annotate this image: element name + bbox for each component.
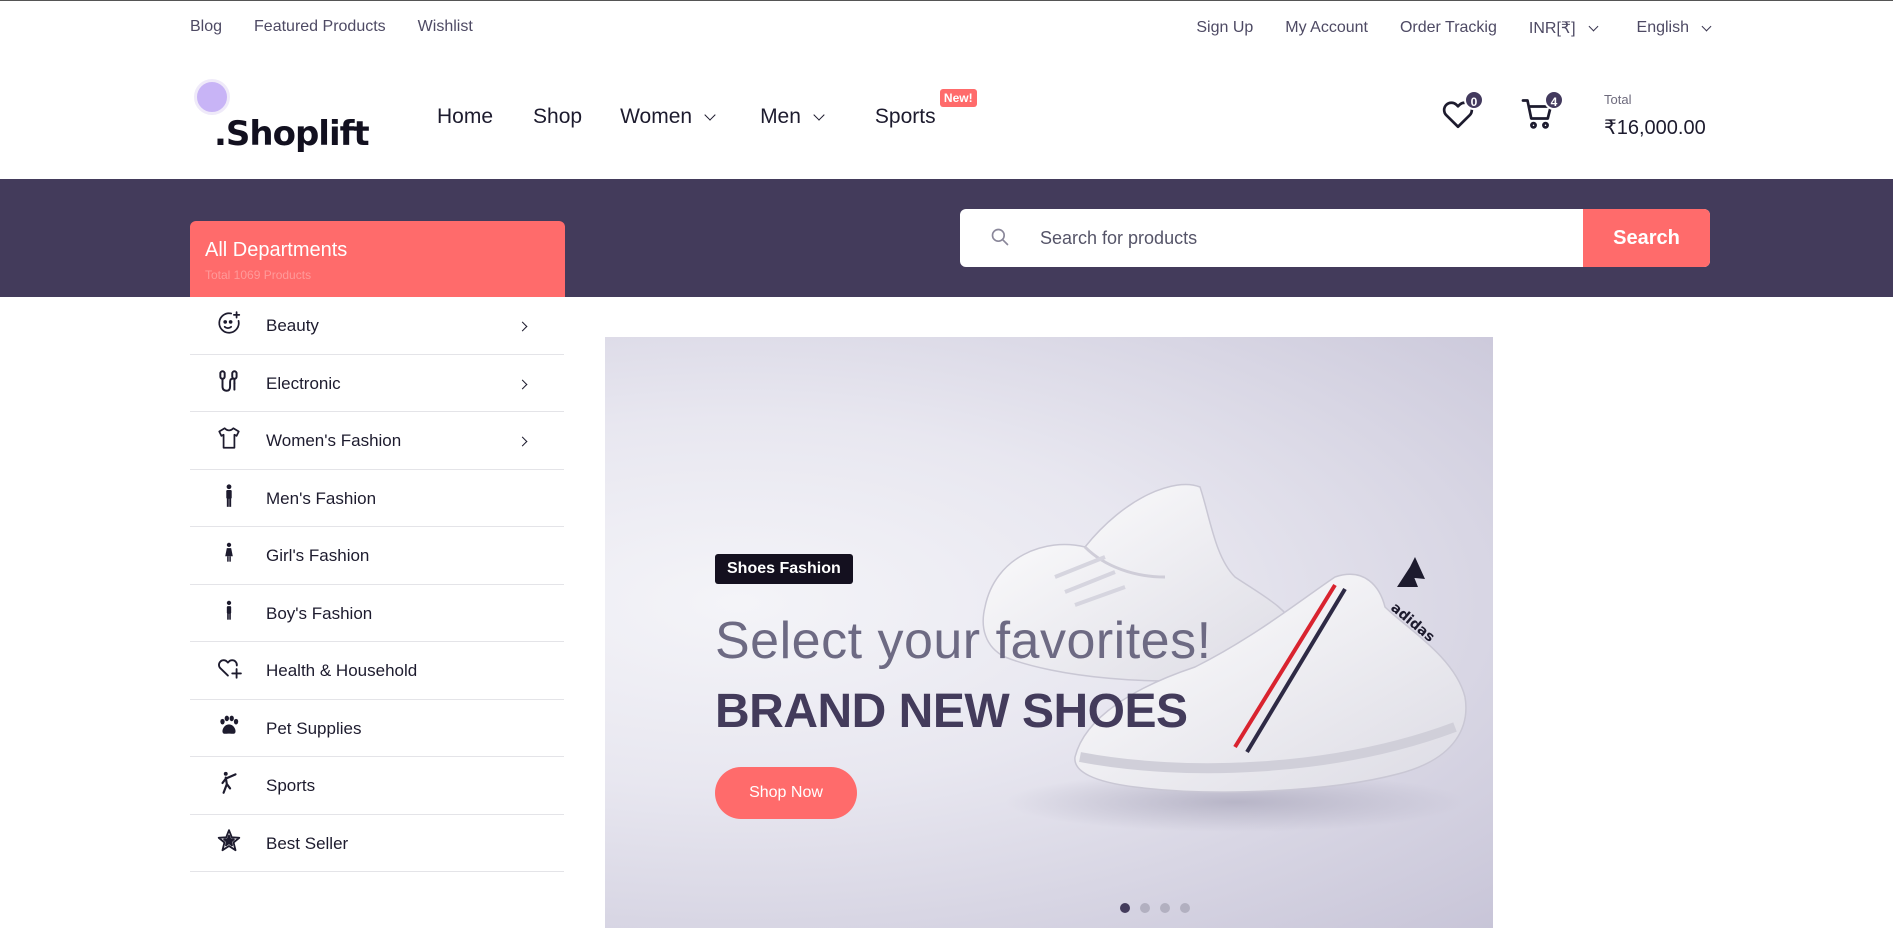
nav-shop[interactable]: Shop (533, 105, 582, 129)
category-label: Women's Fashion (266, 431, 402, 450)
category-label: Girl's Fashion (266, 546, 370, 565)
hero-subtitle: Select your favorites! (715, 612, 1212, 670)
category-item-pet-supplies[interactable]: Pet Supplies (190, 700, 564, 757)
category-label: Boy's Fashion (266, 603, 373, 623)
category-item-best-seller[interactable]: Best Seller (190, 815, 564, 872)
slider-dot[interactable] (1160, 903, 1170, 913)
wishlist-button[interactable]: 0 (1440, 90, 1484, 136)
category-item-womens-fashion[interactable]: Women's Fashion (190, 412, 564, 470)
star-icon (217, 828, 241, 851)
top-left-links: Blog Featured Products Wishlist (190, 18, 473, 36)
currency-selector[interactable]: INR[₹] (1528, 18, 1598, 38)
category-label: Sports (266, 776, 316, 795)
girl-icon (225, 542, 233, 562)
category-label: Health & Household (266, 661, 418, 680)
search-bar: Search (960, 209, 1710, 267)
nav-men[interactable]: Men (760, 105, 825, 129)
category-list: Beauty Electronic Women's Fashion Men's … (190, 297, 564, 872)
nav-women[interactable]: Women (620, 105, 716, 129)
site-logo[interactable]: .Shoplift (190, 75, 380, 151)
blog-link[interactable]: Blog (190, 18, 222, 36)
category-item-health-household[interactable]: Health & Household (190, 642, 564, 700)
cart-total-value: ₹16,000.00 (1604, 117, 1706, 139)
slider-dots (1120, 903, 1190, 913)
nav-home-label: Home (437, 105, 494, 128)
women-fashion-icon (218, 427, 240, 449)
category-item-boys-fashion[interactable]: Boy's Fashion (190, 585, 564, 642)
search-input[interactable] (1040, 209, 1580, 267)
man-icon (226, 483, 232, 507)
nav-home[interactable]: Home (437, 105, 493, 129)
chevron-down-icon (1701, 21, 1712, 31)
nav-sports[interactable]: Sports New! (874, 89, 977, 129)
nav-women-label: Women (620, 105, 693, 128)
logo-dot (194, 79, 230, 115)
language-label: English (1636, 19, 1689, 36)
category-item-sports[interactable]: Sports (190, 757, 564, 815)
cart-total-label: Total (1604, 92, 1632, 107)
site-header: .Shoplift Home Shop Women Men Sports New… (0, 53, 1893, 179)
chevron-right-icon (517, 379, 528, 389)
category-item-mens-fashion[interactable]: Men's Fashion (190, 470, 564, 527)
hero-slider: adidas Shoes Fashion Select your favorit… (605, 337, 1493, 928)
cart-button[interactable]: 4 (1520, 90, 1564, 136)
slider-dot[interactable] (1180, 903, 1190, 913)
language-selector[interactable]: English (1636, 19, 1712, 37)
order-tracking-link[interactable]: Order Trackig (1400, 19, 1497, 37)
departments-title: All Departments (205, 239, 348, 261)
featured-products-link[interactable]: Featured Products (254, 18, 386, 36)
category-label: Pet Supplies (266, 718, 362, 738)
boy-icon (226, 600, 232, 620)
my-account-link[interactable]: My Account (1285, 19, 1368, 37)
new-badge: New! (939, 89, 977, 107)
category-item-electronic[interactable]: Electronic (190, 355, 564, 412)
cart-count-badge: 4 (1544, 90, 1564, 110)
nav-sports-label: Sports (874, 105, 936, 128)
paw-icon (220, 715, 239, 734)
category-label: Men's Fashion (266, 488, 377, 508)
top-utility-bar: Blog Featured Products Wishlist Sign Up … (0, 1, 1893, 53)
category-item-beauty[interactable]: Beauty (190, 297, 564, 355)
nav-men-label: Men (760, 105, 801, 128)
wishlist-count-badge: 0 (1464, 90, 1484, 110)
chevron-right-icon (517, 436, 528, 447)
chevron-down-icon (1588, 21, 1598, 31)
shop-now-button[interactable]: Shop Now (715, 767, 857, 819)
hero-title: BRAND NEW SHOES (715, 685, 1188, 738)
category-item-girls-fashion[interactable]: Girl's Fashion (190, 527, 564, 585)
sports-icon (221, 771, 237, 794)
slider-dot[interactable] (1120, 903, 1130, 913)
departments-subtitle: Total 1069 Products (205, 268, 312, 282)
beauty-icon (218, 311, 241, 334)
category-label: Best Seller (266, 833, 349, 853)
slider-dot[interactable] (1140, 903, 1150, 913)
category-label: Beauty (266, 316, 319, 335)
wishlist-link[interactable]: Wishlist (418, 18, 473, 36)
main-nav: Home Shop Women Men Sports New! (437, 89, 977, 129)
nav-shop-label: Shop (533, 105, 583, 128)
chevron-down-icon (704, 109, 716, 121)
chevron-down-icon (813, 109, 825, 121)
heart-plus-icon (218, 659, 242, 679)
hero-tag: Shoes Fashion (715, 554, 853, 584)
electronic-icon (219, 369, 238, 392)
search-icon (991, 228, 1009, 246)
top-right-links: Sign Up My Account Order Trackig INR[₹] … (1196, 18, 1712, 38)
currency-label: INR[₹] (1528, 20, 1576, 37)
all-departments-header[interactable]: All Departments Total 1069 Products (190, 221, 565, 297)
sign-up-link[interactable]: Sign Up (1196, 19, 1253, 37)
chevron-right-icon (517, 321, 528, 332)
logo-text: .Shoplift (214, 114, 370, 154)
search-button[interactable]: Search (1583, 209, 1710, 267)
category-label: Electronic (266, 373, 341, 393)
